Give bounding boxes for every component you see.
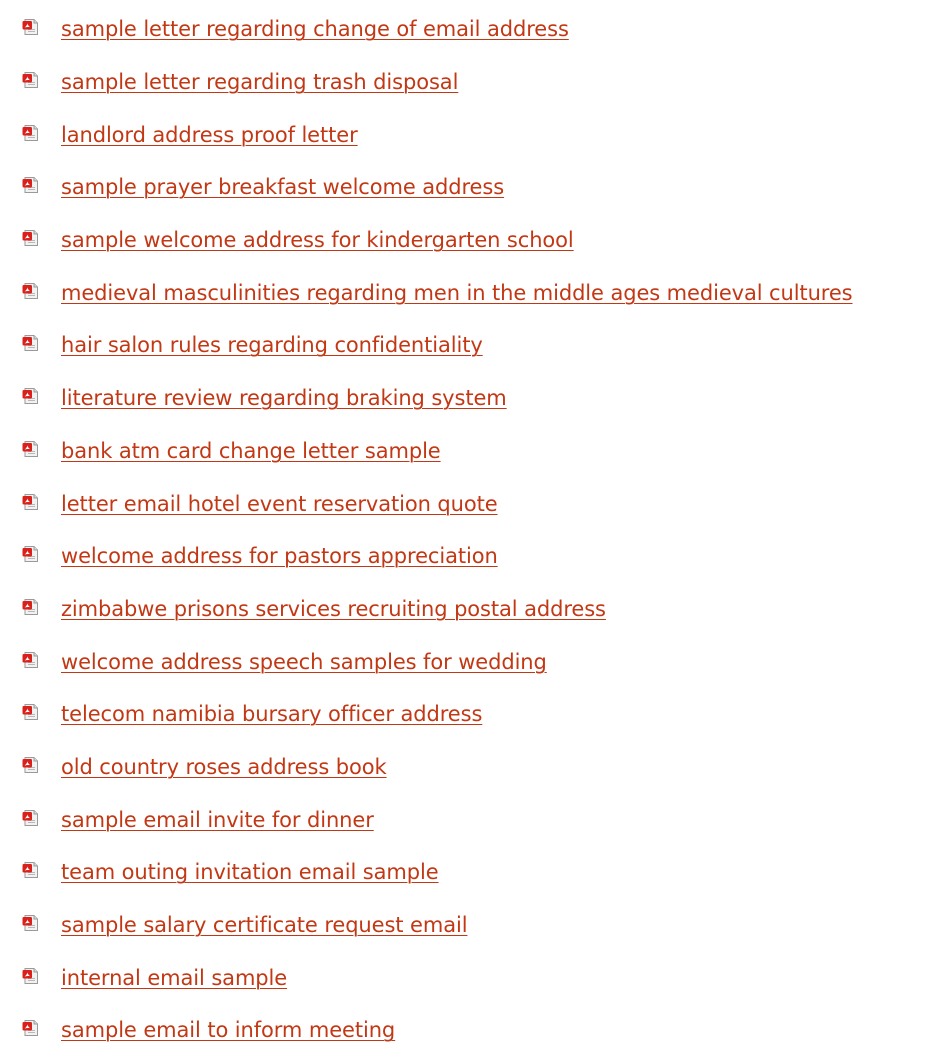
document-link[interactable]: landlord address proof letter <box>61 123 358 147</box>
pdf-file-icon <box>22 598 40 616</box>
list-item: sample welcome address for kindergarten … <box>22 214 952 267</box>
pdf-file-icon <box>22 967 40 985</box>
document-link[interactable]: internal email sample <box>61 966 287 990</box>
list-item: zimbabwe prisons services recruiting pos… <box>22 583 952 636</box>
pdf-file-icon <box>22 334 40 352</box>
list-item: sample prayer breakfast welcome address <box>22 161 952 214</box>
pdf-file-icon <box>22 440 40 458</box>
pdf-file-icon <box>22 914 40 932</box>
list-item: landlord address proof letter <box>22 108 952 161</box>
list-item: sample email to inform meeting <box>22 1004 952 1057</box>
document-link[interactable]: sample letter regarding change of email … <box>61 17 569 41</box>
document-link[interactable]: welcome address for pastors appreciation <box>61 544 498 568</box>
pdf-file-icon <box>22 756 40 774</box>
pdf-file-icon <box>22 545 40 563</box>
pdf-file-icon <box>22 493 40 511</box>
pdf-file-icon <box>22 71 40 89</box>
document-link[interactable]: sample prayer breakfast welcome address <box>61 175 504 199</box>
document-link[interactable]: sample letter regarding trash disposal <box>61 70 458 94</box>
list-item: literature review regarding braking syst… <box>22 372 952 425</box>
list-item: sample salary certificate request email <box>22 899 952 952</box>
document-link[interactable]: sample email invite for dinner <box>61 808 374 832</box>
document-link[interactable]: hair salon rules regarding confidentiali… <box>61 333 483 357</box>
pdf-file-icon <box>22 651 40 669</box>
pdf-file-icon <box>22 387 40 405</box>
list-item: sample letter regarding trash disposal <box>22 56 952 109</box>
document-link[interactable]: sample email to inform meeting <box>61 1018 395 1042</box>
document-link[interactable]: team outing invitation email sample <box>61 860 439 884</box>
document-link[interactable]: welcome address speech samples for weddi… <box>61 650 547 674</box>
list-item: telecom namibia bursary officer address <box>22 688 952 741</box>
document-link[interactable]: zimbabwe prisons services recruiting pos… <box>61 597 606 621</box>
pdf-file-icon <box>22 229 40 247</box>
document-link[interactable]: sample welcome address for kindergarten … <box>61 228 574 252</box>
pdf-file-icon <box>22 809 40 827</box>
document-link[interactable]: telecom namibia bursary officer address <box>61 702 482 726</box>
list-item: welcome address for pastors appreciation <box>22 530 952 583</box>
pdf-file-icon <box>22 703 40 721</box>
list-item: medieval masculinities regarding men in … <box>22 266 952 319</box>
pdf-file-icon <box>22 176 40 194</box>
list-item: sample email invite for dinner <box>22 793 952 846</box>
document-link-list: sample letter regarding change of email … <box>22 3 952 1057</box>
list-item: sample letter regarding change of email … <box>22 3 952 56</box>
document-link[interactable]: sample salary certificate request email <box>61 913 468 937</box>
list-item: letter email hotel event reservation quo… <box>22 477 952 530</box>
list-item: internal email sample <box>22 951 952 1004</box>
list-item: old country roses address book <box>22 741 952 794</box>
pdf-file-icon <box>22 282 40 300</box>
list-item: hair salon rules regarding confidentiali… <box>22 319 952 372</box>
document-link[interactable]: literature review regarding braking syst… <box>61 386 507 410</box>
list-item: welcome address speech samples for weddi… <box>22 635 952 688</box>
pdf-file-icon <box>22 861 40 879</box>
document-link[interactable]: letter email hotel event reservation quo… <box>61 492 498 516</box>
document-link[interactable]: old country roses address book <box>61 755 387 779</box>
document-link[interactable]: bank atm card change letter sample <box>61 439 441 463</box>
document-link[interactable]: medieval masculinities regarding men in … <box>61 281 853 305</box>
pdf-file-icon <box>22 124 40 142</box>
list-item: team outing invitation email sample <box>22 846 952 899</box>
list-item: bank atm card change letter sample <box>22 425 952 478</box>
pdf-file-icon <box>22 1019 40 1037</box>
pdf-file-icon <box>22 18 40 36</box>
